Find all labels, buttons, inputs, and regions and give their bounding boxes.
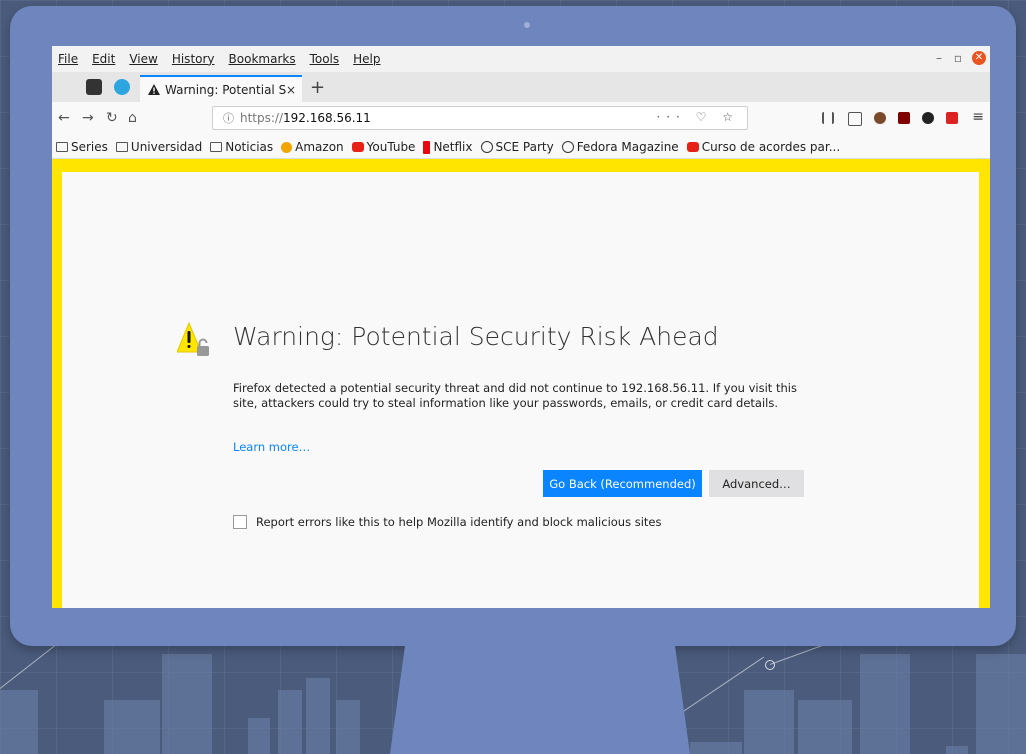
sidebar-icon[interactable]	[848, 112, 862, 126]
background-bar	[0, 690, 38, 754]
background-bar	[336, 700, 360, 754]
menu-help[interactable]: Help	[353, 52, 380, 66]
ublock-icon[interactable]	[898, 112, 910, 124]
navigation-bar: ← → ↻ ⌂ ⓘ https:// 192.168.56.11 ··· ♡ ☆…	[52, 102, 990, 136]
globe-icon	[561, 141, 574, 153]
browser-screen: File Edit View History Bookmarks Tools H…	[52, 46, 990, 608]
youtube-icon	[686, 142, 699, 152]
warning-icon	[177, 322, 209, 356]
url-host: 192.168.56.11	[283, 111, 371, 125]
background-bar	[744, 690, 794, 754]
menu-bookmarks[interactable]: Bookmarks	[229, 52, 296, 66]
page-actions-icon[interactable]: ··· ♡ ☆	[656, 110, 739, 124]
bookmark-curso-de-acordes[interactable]: Curso de acordes par...	[686, 140, 840, 154]
monitor-stand	[390, 646, 690, 754]
url-protocol: https://	[240, 111, 284, 125]
bookmark-netflix[interactable]: Netflix	[423, 140, 473, 154]
bookmark-sce-party[interactable]: SCE Party	[480, 140, 554, 154]
background-bar	[976, 654, 1026, 754]
minimize-icon[interactable]: –	[936, 51, 942, 65]
menu-edit[interactable]: Edit	[92, 52, 115, 66]
youtube-icon	[351, 142, 364, 152]
folder-icon	[115, 142, 128, 152]
bookmark-fedora-magazine[interactable]: Fedora Magazine	[561, 140, 679, 154]
site-info-icon[interactable]: ⓘ	[223, 110, 234, 126]
report-errors-row: Report errors like this to help Mozilla …	[233, 515, 662, 529]
advanced-button[interactable]: Advanced…	[709, 470, 804, 497]
report-errors-label: Report errors like this to help Mozilla …	[256, 515, 662, 529]
folder-icon	[210, 142, 223, 152]
gnome-extension-icon[interactable]	[922, 112, 934, 124]
back-icon[interactable]: ←	[58, 110, 70, 126]
background-dot	[765, 660, 775, 670]
background-bar	[278, 690, 302, 754]
amazon-icon	[281, 141, 293, 153]
background-bar	[946, 746, 968, 754]
bookmark-noticias[interactable]: Noticias	[210, 140, 273, 154]
netflix-icon	[423, 140, 431, 154]
folder-icon	[56, 142, 68, 152]
tab-bar: Warning: Potential Secur × +	[52, 72, 990, 103]
monitor-camera	[524, 22, 530, 28]
background-bar	[860, 654, 910, 754]
bookmark-universidad[interactable]: Universidad	[115, 140, 202, 154]
learn-more-link[interactable]: Learn more…	[233, 440, 310, 454]
bookmark-amazon[interactable]: Amazon	[281, 140, 344, 154]
go-back-button[interactable]: Go Back (Recommended)	[543, 470, 702, 497]
maximize-icon[interactable]: ▫	[954, 51, 962, 65]
menu-view[interactable]: View	[129, 52, 157, 66]
menu-tools[interactable]: Tools	[310, 52, 340, 66]
menu-icon[interactable]: ≡	[972, 109, 984, 125]
background-bar	[306, 678, 330, 754]
background-bar	[104, 700, 160, 754]
bookmark-youtube[interactable]: YouTube	[351, 140, 415, 154]
library-icon[interactable]	[822, 112, 834, 124]
menu-history[interactable]: History	[172, 52, 215, 66]
warning-tab-icon	[148, 83, 160, 95]
menu-bar: File Edit View History Bookmarks Tools H…	[52, 46, 990, 72]
home-icon[interactable]: ⌂	[128, 110, 137, 126]
reload-icon[interactable]: ↻	[106, 110, 118, 126]
globe-icon	[480, 141, 493, 153]
tab-warning[interactable]: Warning: Potential Secur ×	[140, 75, 302, 102]
tab-title: Warning: Potential Secur	[165, 82, 286, 97]
menu-file[interactable]: File	[58, 52, 78, 66]
url-bar[interactable]: ⓘ https:// 192.168.56.11 ··· ♡ ☆	[212, 106, 748, 130]
telegram-pinned-tab-icon[interactable]	[114, 79, 130, 95]
background-bar	[248, 718, 270, 754]
close-window-icon[interactable]: ✕	[972, 51, 986, 65]
extension-icon[interactable]	[874, 112, 886, 124]
background-bar	[162, 654, 212, 754]
error-page: Warning: Potential Security Risk Ahead F…	[62, 172, 979, 608]
error-description: Firefox detected a potential security th…	[233, 381, 797, 410]
forward-icon[interactable]: →	[82, 110, 94, 126]
close-tab-icon[interactable]: ×	[286, 83, 296, 97]
video-extension-icon[interactable]	[946, 112, 958, 124]
page-title: Warning: Potential Security Risk Ahead	[233, 322, 719, 351]
pinned-tab-icon[interactable]	[86, 79, 102, 95]
background-bar	[690, 742, 742, 754]
background-bar	[798, 700, 852, 754]
new-tab-button[interactable]: +	[310, 77, 325, 98]
bookmarks-toolbar: Series Universidad Noticias Amazon YouTu…	[52, 136, 990, 159]
bookmark-series[interactable]: Series	[56, 140, 108, 154]
report-errors-checkbox[interactable]	[233, 515, 247, 529]
